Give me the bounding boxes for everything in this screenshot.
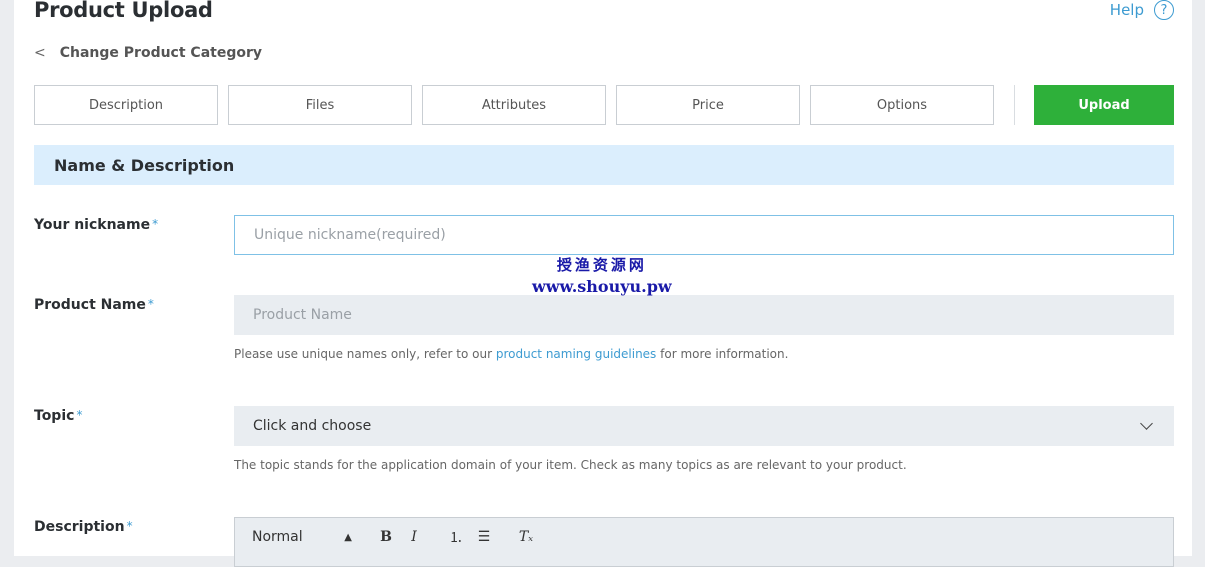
upload-card: Product Upload Help ? < Change Product C… bbox=[14, 0, 1192, 567]
editor-toolbar: Normal ▲︎ B I ⒈ ☰ Tₓ bbox=[234, 517, 1174, 567]
change-category-label[interactable]: Change Product Category bbox=[60, 45, 262, 61]
ordered-list-icon[interactable]: ⒈ bbox=[446, 527, 466, 547]
description-label: Description * bbox=[34, 519, 133, 535]
watermark-line-2: www.shouyu.pw bbox=[532, 277, 672, 296]
naming-guidelines-link[interactable]: product naming guidelines bbox=[496, 347, 656, 361]
tab-files[interactable]: Files bbox=[228, 85, 412, 125]
chevron-left-icon[interactable]: < bbox=[34, 45, 46, 61]
bold-button[interactable]: B bbox=[376, 529, 396, 545]
product-name-input[interactable] bbox=[234, 295, 1174, 335]
updown-arrows-icon[interactable]: ▲︎ bbox=[344, 532, 352, 543]
clear-format-icon[interactable]: Tₓ bbox=[516, 529, 536, 545]
section-header: Name & Description bbox=[34, 145, 1174, 185]
product-name-label: Product Name * bbox=[34, 297, 154, 313]
hint-text: Please use unique names only, refer to o… bbox=[234, 347, 496, 361]
topic-label: Topic * bbox=[34, 408, 82, 424]
format-select-value[interactable]: Normal bbox=[252, 529, 303, 545]
tab-description[interactable]: Description bbox=[34, 85, 218, 125]
topic-select[interactable]: Click and choose bbox=[234, 406, 1174, 446]
help-question-icon[interactable]: ? bbox=[1154, 0, 1174, 20]
tab-attributes[interactable]: Attributes bbox=[422, 85, 606, 125]
tab-options[interactable]: Options bbox=[810, 85, 994, 125]
upload-button[interactable]: Upload bbox=[1034, 85, 1174, 125]
help-link[interactable]: Help ? bbox=[1110, 0, 1174, 20]
page-title: Product Upload bbox=[34, 0, 213, 22]
change-category-link[interactable]: < Change Product Category bbox=[34, 45, 262, 61]
nickname-input[interactable] bbox=[234, 215, 1174, 255]
chevron-down-icon[interactable] bbox=[1140, 417, 1153, 430]
watermark-line-1: 授渔资源网 bbox=[556, 256, 647, 274]
required-marker: * bbox=[152, 217, 159, 231]
section-title: Name & Description bbox=[54, 155, 235, 175]
product-name-label-text: Product Name bbox=[34, 297, 146, 313]
topic-selected-value[interactable]: Click and choose bbox=[253, 418, 371, 434]
format-select[interactable]: Normal ▲︎ bbox=[252, 529, 352, 545]
hint-text: for more information. bbox=[656, 347, 789, 361]
help-label[interactable]: Help bbox=[1110, 1, 1144, 19]
topic-hint: The topic stands for the application dom… bbox=[234, 458, 907, 472]
required-marker: * bbox=[76, 408, 83, 422]
topic-label-text: Topic bbox=[34, 408, 75, 424]
nickname-label: Your nickname * bbox=[34, 217, 158, 233]
required-marker: * bbox=[147, 297, 154, 311]
watermark: 授渔资源网 www.shouyu.pw bbox=[532, 254, 672, 296]
step-tabs: Description Files Attributes Price Optio… bbox=[34, 85, 1174, 125]
tab-divider bbox=[1014, 85, 1015, 125]
product-name-hint: Please use unique names only, refer to o… bbox=[234, 347, 788, 361]
italic-button[interactable]: I bbox=[404, 529, 424, 545]
nickname-label-text: Your nickname bbox=[34, 217, 151, 233]
required-marker: * bbox=[126, 519, 133, 533]
tab-price[interactable]: Price bbox=[616, 85, 800, 125]
bullet-list-icon[interactable]: ☰ bbox=[474, 529, 494, 545]
description-label-text: Description bbox=[34, 519, 125, 535]
